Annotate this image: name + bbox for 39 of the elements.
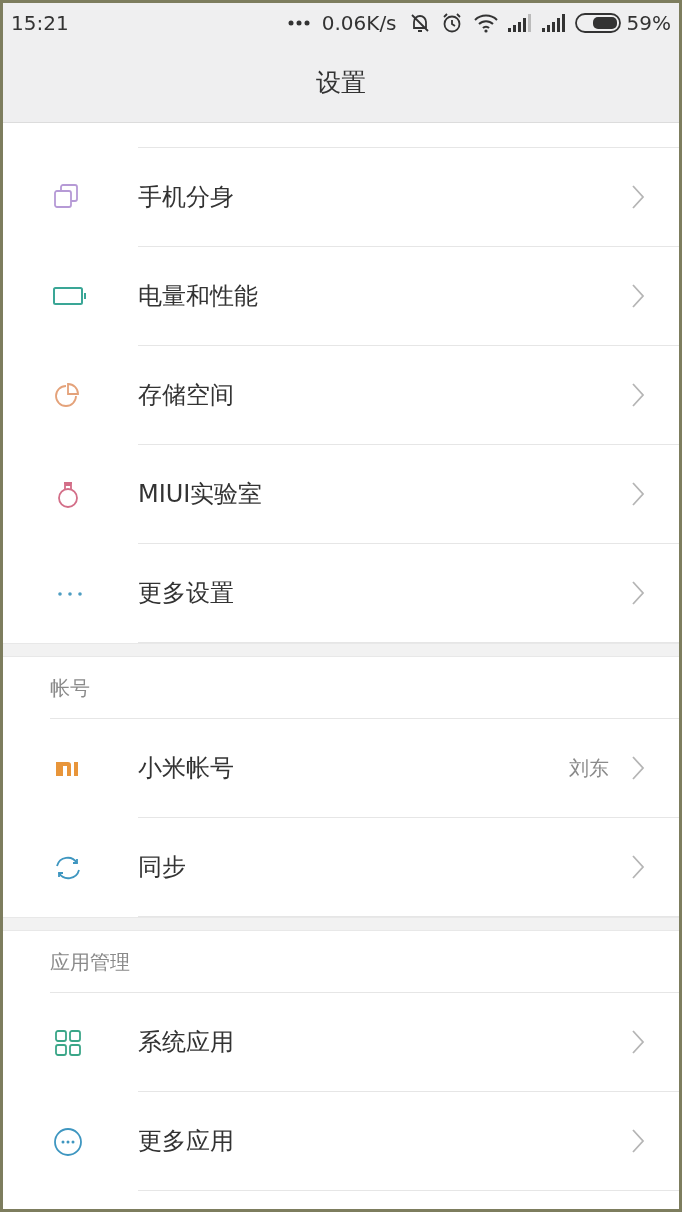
item-label: MIUI实验室 — [138, 479, 264, 510]
item-value: 刘东 — [569, 755, 609, 782]
settings-item[interactable]: 存储空间 — [3, 346, 679, 445]
item-label: 电量和性能 — [138, 281, 259, 312]
item-label: 更多设置 — [138, 578, 235, 609]
item-label: 同步 — [138, 852, 187, 883]
item-label: 小米帐号 — [138, 753, 235, 784]
chevron-icon — [631, 382, 645, 408]
chevron-icon — [631, 1128, 645, 1154]
chevron-icon — [631, 580, 645, 606]
settings-item[interactable]: 电量和性能 — [3, 247, 679, 346]
battery-percentage: 59% — [626, 10, 671, 37]
chevron-icon — [631, 184, 645, 210]
signal-icon — [540, 14, 565, 32]
signal-icon — [506, 14, 531, 32]
page-title: 设置 — [316, 66, 366, 99]
item-label: 存储空间 — [138, 380, 235, 411]
item-label: 系统应用 — [138, 1027, 235, 1058]
wifi-icon — [472, 13, 499, 33]
section-header: 应用管理 — [50, 948, 130, 976]
bell-muted-icon — [408, 12, 431, 34]
chevron-icon — [631, 755, 645, 781]
network-speed: 0.06K/s — [321, 10, 397, 37]
chevron-icon — [631, 1029, 645, 1055]
chevron-icon — [631, 854, 645, 880]
item-label: 手机分身 — [138, 182, 235, 213]
settings-item[interactable]: 小米帐号 刘东 — [3, 719, 679, 818]
chevron-icon — [631, 481, 645, 507]
settings-item[interactable]: 手机分身 — [3, 148, 679, 247]
settings-item[interactable]: 系统应用 — [3, 993, 679, 1092]
chevron-icon — [631, 283, 645, 309]
section-header: 帐号 — [50, 674, 90, 702]
item-label: 更多应用 — [138, 1126, 235, 1157]
more-icon — [56, 590, 83, 597]
status-time: 15:21 — [11, 10, 69, 37]
battery-icon — [574, 13, 621, 33]
settings-item[interactable]: MIUI实验室 — [3, 445, 679, 544]
more-icon — [287, 20, 310, 26]
settings-item[interactable]: 更多应用 — [3, 1092, 679, 1191]
